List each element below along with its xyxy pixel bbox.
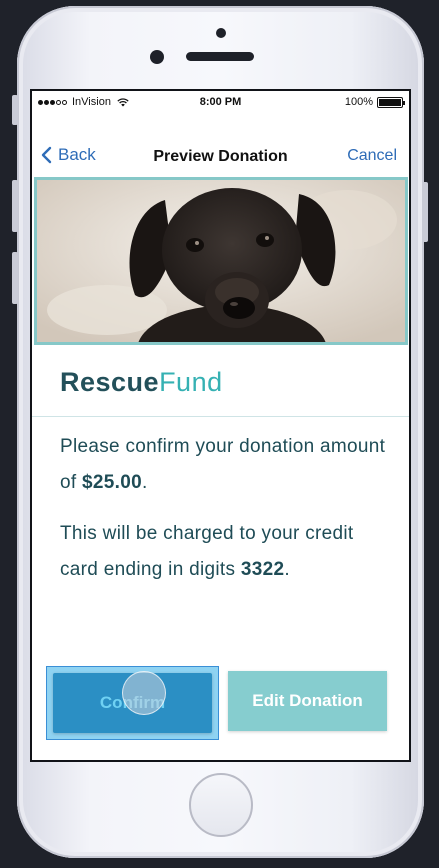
card-charge-text: This will be charged to your credit card… [60,516,390,588]
brand-logo: RescueFund [60,367,223,398]
phone-screen: InVision 8:00 PM 100% Back Preview Donat… [30,89,411,762]
status-right: 100% [344,96,405,108]
confirmation-suffix: . [141,472,148,493]
chevron-left-icon [41,146,52,164]
card-last-digits: 3322 [240,559,285,580]
back-button[interactable]: Back [40,145,96,165]
front-camera [150,50,164,64]
mute-switch [12,95,18,125]
proximity-sensor [216,28,226,38]
charge-prefix: This will be charged to your credit card… [60,523,354,580]
volume-up-button [12,180,18,232]
navigation-bar: Back Preview Donation Cancel [32,135,409,175]
brand-logo-fund: Fund [159,367,223,397]
confirm-button-highlight: Confirm [46,666,219,740]
brand-header: RescueFund [32,345,409,417]
earpiece-speaker [186,52,254,61]
home-button[interactable] [189,773,253,837]
status-bar: InVision 8:00 PM 100% [32,91,409,113]
brand-logo-rescue: Rescue [60,367,160,397]
charge-suffix: . [284,559,290,580]
confirm-button[interactable]: Confirm [53,673,212,733]
edit-donation-button[interactable]: Edit Donation [228,671,387,731]
power-button [422,182,428,242]
puppy-illustration [37,180,405,342]
donation-confirmation-text: Please confirm your donation amount of $… [60,429,390,501]
back-label: Back [58,145,96,164]
donation-amount: $25.00 [82,472,142,493]
battery-icon [377,96,405,108]
battery-percentage: 100% [344,96,373,108]
volume-down-button [12,252,18,304]
cancel-button[interactable]: Cancel [347,147,397,165]
puppy-photo [34,177,408,345]
